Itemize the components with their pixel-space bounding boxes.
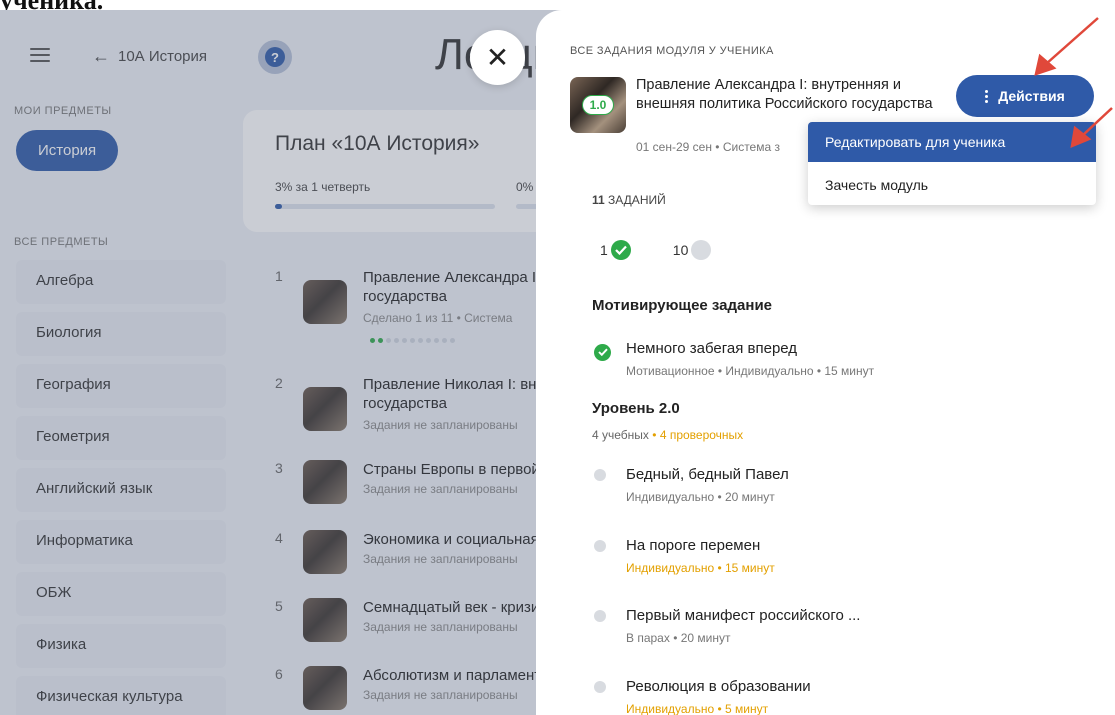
- task-meta: В парах • 20 минут: [626, 631, 731, 645]
- task-name: Первый манифест российского ...: [626, 607, 861, 624]
- task-name: Немного забегая вперед: [626, 340, 798, 357]
- task-name: Бедный, бедный Павел: [626, 466, 789, 483]
- tasks-count: 11 ЗАДАНИЙ: [592, 193, 666, 207]
- level-meta-study: 4 учебных: [592, 428, 649, 442]
- level-meta-check: • 4 проверочных: [652, 428, 744, 442]
- close-button[interactable]: ✕: [470, 30, 525, 85]
- check-icon: [594, 343, 611, 361]
- module-thumbnail: 1.0: [570, 77, 626, 133]
- check-icon: [610, 240, 631, 260]
- pending-dot-icon: [594, 469, 606, 481]
- pending-dot-icon: [594, 610, 606, 622]
- actions-label: Действия: [998, 88, 1065, 104]
- section-title: Мотивирующее задание: [592, 297, 773, 314]
- module-meta: 01 сен-29 сен • Система з: [636, 140, 780, 154]
- menu-item-credit-module[interactable]: Зачесть модуль: [808, 165, 1096, 205]
- drawer-heading: ВСЕ ЗАДАНИЯ МОДУЛЯ У УЧЕНИКА: [570, 45, 774, 57]
- tasks-count-number: 11: [592, 193, 605, 207]
- kebab-icon: [985, 89, 989, 103]
- actions-dropdown: Редактировать для ученика Зачесть модуль: [808, 122, 1096, 205]
- task-meta: Индивидуально • 5 минут: [626, 702, 769, 715]
- pending-dot-icon: [691, 240, 712, 260]
- pending-dot-icon: [594, 681, 606, 693]
- module-drawer: ВСЕ ЗАДАНИЯ МОДУЛЯ У УЧЕНИКА 1.0 Правлен…: [536, 10, 1115, 715]
- task-name: На пороге перемен: [626, 537, 761, 554]
- tasks-count-label: ЗАДАНИЙ: [608, 193, 666, 207]
- done-count: 1: [600, 242, 608, 258]
- menu-item-edit-for-student[interactable]: Редактировать для ученика: [808, 122, 1096, 162]
- task-meta: Индивидуально • 15 минут: [626, 561, 775, 575]
- task-status-counts: 1 10: [600, 240, 743, 260]
- pending-dot-icon: [594, 540, 606, 552]
- level-meta: 4 учебных • 4 проверочных: [592, 428, 743, 442]
- task-meta: Мотивационное • Индивидуально • 15 минут: [626, 364, 875, 378]
- module-title: Правление Александра I: внутренняя и вне…: [636, 77, 933, 112]
- close-icon: ✕: [485, 42, 510, 73]
- level-title: Уровень 2.0: [592, 400, 680, 417]
- score-badge: 1.0: [582, 95, 614, 115]
- task-name: Революция в образовании: [626, 678, 811, 695]
- actions-button[interactable]: Действия: [956, 75, 1094, 117]
- task-meta: Индивидуально • 20 минут: [626, 490, 775, 504]
- todo-count: 10: [672, 242, 689, 258]
